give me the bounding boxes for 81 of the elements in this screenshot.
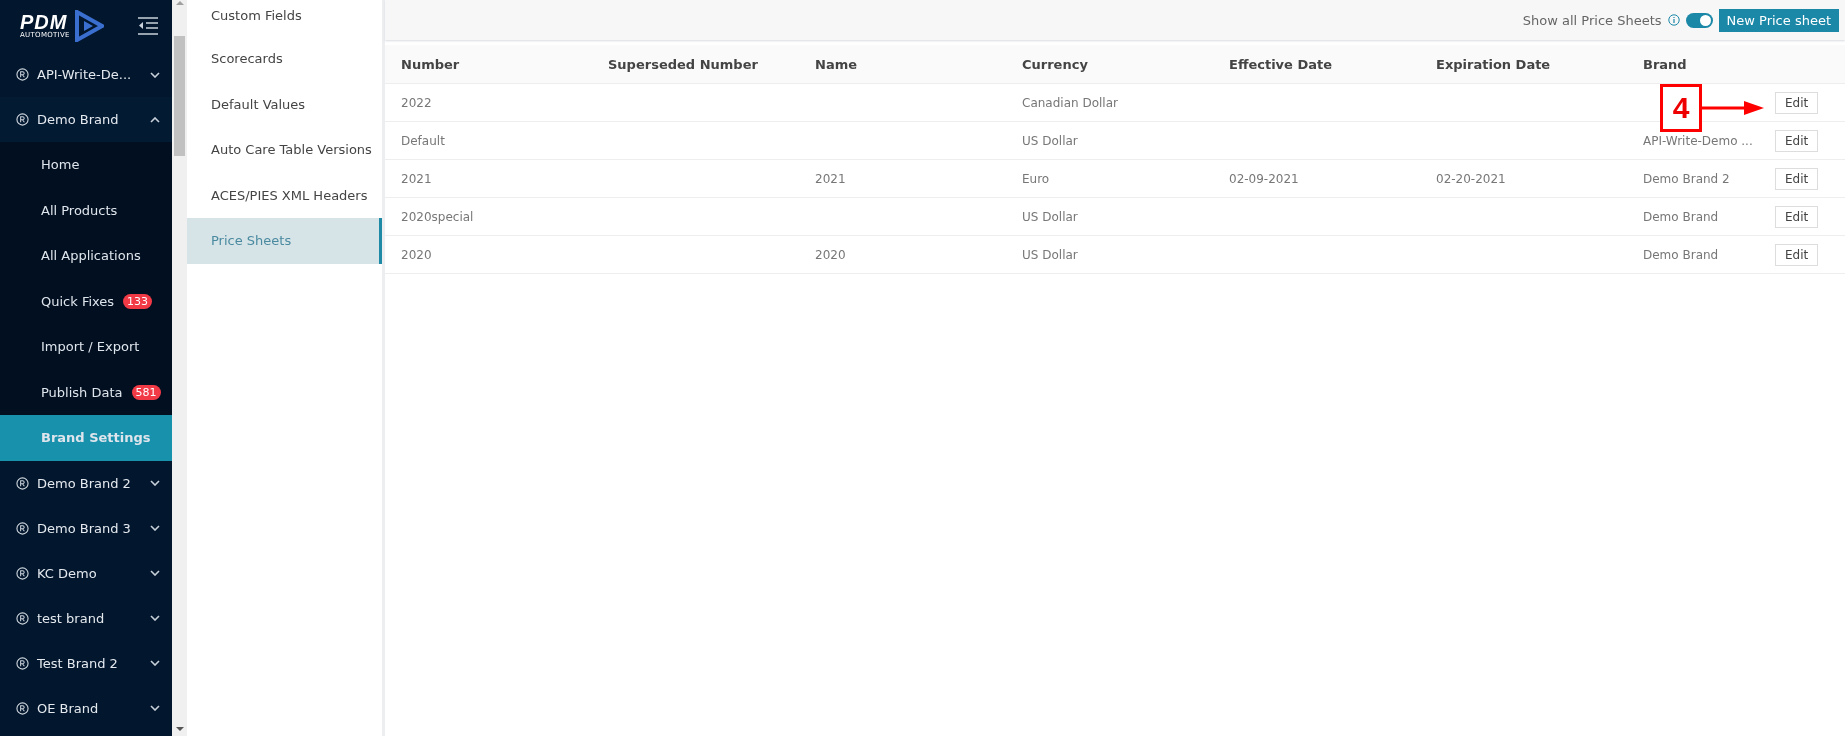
nav-item-label: Publish Data	[41, 384, 123, 400]
registered-icon	[16, 68, 29, 81]
chevron-down-icon[interactable]	[150, 660, 160, 666]
toggle-switch[interactable]	[1685, 12, 1713, 28]
table-cell: 02-20-2021	[1436, 171, 1506, 186]
table-cell: 2021	[815, 171, 846, 186]
table-cell: 02-09-2021	[1229, 171, 1299, 186]
nav-item-label: Home	[41, 157, 80, 173]
toggle-label: Show all Price Sheets	[1522, 12, 1662, 28]
table-cell: 2020	[401, 247, 432, 262]
chevron-down-icon[interactable]	[150, 525, 160, 531]
edit-button[interactable]: Edit	[1775, 205, 1819, 228]
brand-menu-item[interactable]: API-Write-De...	[0, 52, 172, 97]
table-cell: Euro	[1022, 171, 1050, 186]
count-badge: 133	[123, 293, 153, 309]
table-cell: API-Write-Demo ...	[1643, 133, 1753, 148]
logo-text: PDM	[20, 13, 68, 31]
count-badge: 581	[131, 384, 161, 400]
chevron-down-icon[interactable]	[150, 705, 160, 711]
brand-menu-item[interactable]: KC Demo	[0, 550, 172, 596]
chevron-down-icon[interactable]	[150, 570, 160, 576]
registered-icon	[16, 566, 29, 580]
nav-item[interactable]: All Products	[0, 187, 172, 233]
table-cell: 2020	[815, 247, 846, 262]
nav-item[interactable]: Home	[0, 142, 172, 188]
column-header: Expiration Date	[1436, 56, 1551, 72]
table-cell: Demo Brand	[1643, 247, 1719, 262]
column-header: Currency	[1022, 56, 1088, 72]
chevron-down-icon[interactable]	[150, 480, 160, 486]
table-cell: US Dollar	[1022, 133, 1078, 148]
edit-button[interactable]: Edit	[1775, 243, 1819, 266]
edit-button[interactable]: Edit	[1775, 91, 1819, 114]
column-header: Superseded Number	[608, 56, 758, 72]
table-cell: 2021	[401, 171, 432, 186]
step-callout: 4	[1660, 84, 1702, 132]
new-price-sheet-button[interactable]: New Price sheet	[1718, 8, 1839, 32]
brand-menu-item[interactable]: Demo Brand	[0, 97, 172, 142]
chevron-down-icon[interactable]	[150, 71, 160, 78]
table-cell: 2020special	[401, 209, 474, 224]
edit-button[interactable]: Edit	[1775, 129, 1819, 152]
nav-item[interactable]: Quick Fixes 133	[0, 278, 172, 324]
edit-button[interactable]: Edit	[1775, 167, 1819, 190]
table-cell: Demo Brand	[1643, 209, 1719, 224]
menu-collapse-icon[interactable]	[137, 17, 158, 35]
callout-arrow	[1702, 100, 1764, 116]
registered-icon	[16, 611, 29, 625]
column-header: Effective Date	[1229, 56, 1333, 72]
nav-item-label: All Products	[41, 202, 118, 218]
nav-item[interactable]: Publish Data 581	[0, 369, 172, 415]
column-header: Name	[815, 56, 857, 72]
table-cell: Default	[401, 133, 445, 148]
table-cell: US Dollar	[1022, 209, 1078, 224]
table-cell: US Dollar	[1022, 247, 1078, 262]
scroll-down-icon[interactable]	[175, 726, 184, 732]
nav-item-label: Brand Settings	[41, 430, 151, 446]
nav-item[interactable]: All Applications	[0, 233, 172, 279]
column-header: Number	[401, 56, 460, 72]
column-header: Brand	[1643, 56, 1687, 72]
registered-icon	[16, 113, 29, 126]
table-cell: Canadian Dollar	[1022, 95, 1118, 110]
brand-menu-item[interactable]: Test Brand 2	[0, 640, 172, 686]
chevron-up-icon[interactable]	[150, 116, 160, 123]
chevron-down-icon[interactable]	[150, 615, 160, 621]
registered-icon	[16, 701, 29, 715]
info-icon[interactable]	[1667, 14, 1680, 26]
registered-icon	[16, 476, 29, 490]
nav-item-label: Quick Fixes	[41, 293, 115, 309]
registered-icon	[16, 521, 29, 535]
brand-menu-item[interactable]: Demo Brand 3	[0, 505, 172, 551]
brand-menu-item[interactable]: test brand	[0, 595, 172, 641]
scrollbar-thumb[interactable]	[174, 36, 185, 156]
brand-menu-item[interactable]: OE Brand	[0, 685, 172, 731]
nav-item-label: Import / Export	[41, 339, 140, 355]
table-cell: Demo Brand 2	[1643, 171, 1730, 186]
brand-menu-item[interactable]: Demo Brand 2	[0, 460, 172, 506]
scrollbar[interactable]	[172, 0, 187, 736]
table-cell: 2022	[401, 95, 432, 110]
nav-item[interactable]: Import / Export	[0, 324, 172, 370]
registered-icon	[16, 656, 29, 670]
nav-item-label: All Applications	[41, 248, 141, 264]
play-logo-icon	[73, 10, 104, 42]
